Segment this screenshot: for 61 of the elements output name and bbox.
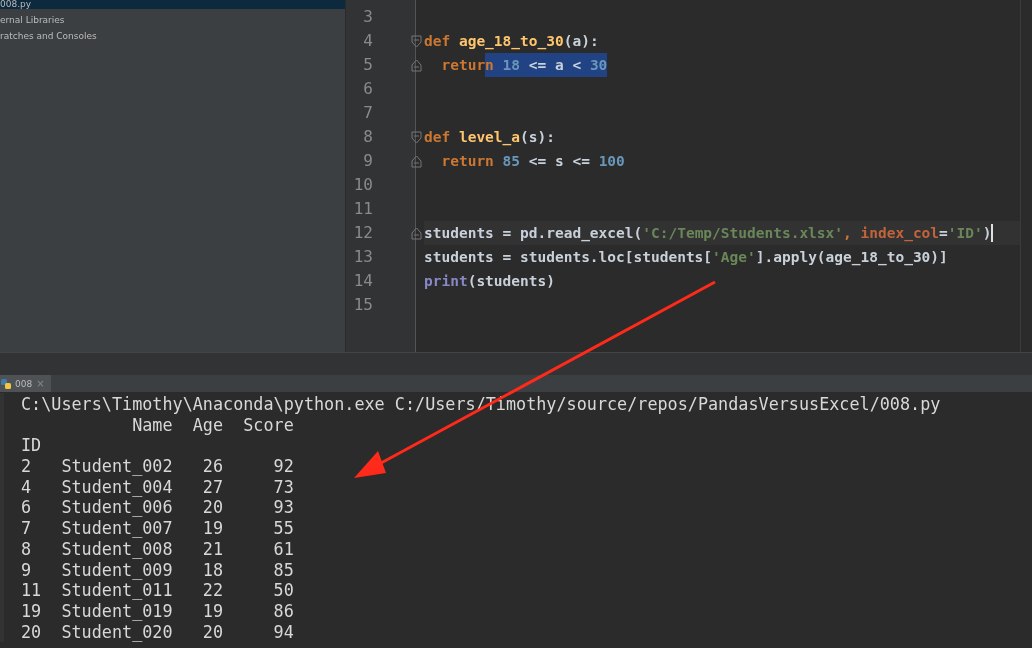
line-number: 3 <box>362 6 373 28</box>
line-number: 13 <box>352 246 373 268</box>
line-number: 12 <box>352 222 373 244</box>
line-number: 15 <box>352 294 373 316</box>
project-tree-item[interactable]: ernal Libraries <box>0 12 345 28</box>
fold-icon[interactable] <box>411 58 422 72</box>
code-token: , <box>843 224 853 243</box>
console-line: 2 Student_002 26 92 <box>21 456 295 477</box>
code-token: n <box>485 53 494 77</box>
console-line: 4 Student_004 27 73 <box>21 476 295 498</box>
python-icon <box>1 378 11 389</box>
console-line: 11 Student_011 22 50 <box>21 580 295 601</box>
line-number: 8 <box>362 126 373 148</box>
code-token: retur <box>440 56 486 75</box>
project-tree-item[interactable]: ratches and Consoles <box>0 28 345 44</box>
code-token: <= s <= <box>527 152 591 171</box>
line-number: 11 <box>352 198 373 220</box>
console-line: 7 Student_007 19 55 <box>21 518 295 539</box>
code-token: age_18_to_30 <box>458 32 564 52</box>
run-tab[interactable]: 008 × <box>0 375 51 392</box>
console-line: 8 Student_008 21 61 <box>21 538 295 560</box>
code-token: def <box>424 32 452 51</box>
fold-icon[interactable] <box>411 226 422 240</box>
text-caret <box>991 224 994 242</box>
code-token: def <box>424 128 452 147</box>
fold-icon[interactable] <box>411 34 422 48</box>
code-token: <= a < <box>520 53 590 77</box>
console-line: 19 Student_019 19 86 <box>21 600 295 622</box>
line-number: 7 <box>362 102 373 124</box>
fold-icon[interactable] <box>411 130 422 144</box>
code-token: students = students.loc[students[ <box>424 248 713 267</box>
console-line: 6 Student_006 20 93 <box>21 497 295 519</box>
line-number: 10 <box>352 174 373 196</box>
fold-icon[interactable] <box>411 154 422 168</box>
console-line: Name Age Score <box>131 414 295 436</box>
console-line: 20 Student_020 20 94 <box>21 621 295 643</box>
code-token: 100 <box>598 152 625 171</box>
code-token: ].apply(age_18_to_30)] <box>755 248 948 268</box>
code-token: 'C:/Temp/Students.xlsx' <box>642 224 844 243</box>
console-line: ID <box>21 435 43 457</box>
code-token: (a): <box>563 32 599 51</box>
code-token: 85 <box>502 152 521 171</box>
line-number: 14 <box>352 270 373 292</box>
code-token: (students) <box>467 272 555 291</box>
line-number: 4 <box>362 30 373 52</box>
code-token: level_a <box>458 128 521 148</box>
console-line: 9 Student_009 18 85 <box>21 559 295 581</box>
line-number: 5 <box>362 54 373 76</box>
code-token: return <box>440 152 495 171</box>
code-token: print <box>424 272 468 291</box>
code-token: index_col <box>860 224 940 244</box>
project-tree-item[interactable]: 008.py <box>0 0 345 9</box>
code-token: 'ID' <box>947 224 983 243</box>
code-token: students = pd.read_excel( <box>424 224 643 244</box>
line-number: 9 <box>362 150 373 172</box>
code-token: ) <box>982 224 992 243</box>
code-token: (s): <box>520 128 555 147</box>
code-token: = <box>939 224 948 241</box>
code-token: 18 <box>493 53 521 77</box>
line-number: 6 <box>362 78 373 100</box>
code-token: 'Age' <box>712 248 756 267</box>
